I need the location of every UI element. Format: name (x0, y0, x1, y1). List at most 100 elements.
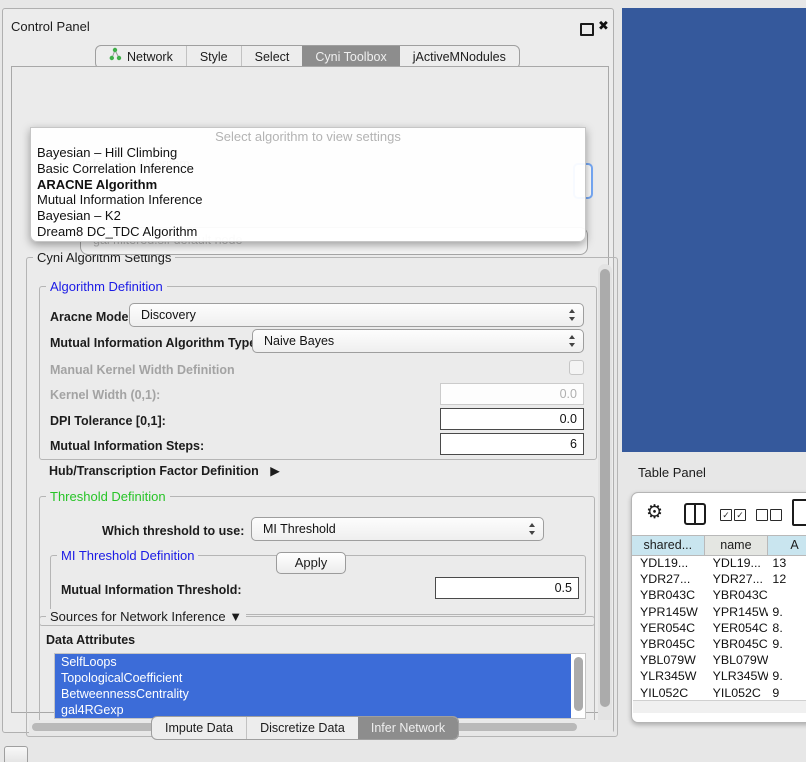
float-window-icon[interactable] (580, 23, 594, 36)
table-cell: YLR345W (705, 668, 769, 684)
tab-label: jActiveMNodules (413, 46, 506, 68)
table-row[interactable]: YER054CYER054C8. (632, 620, 806, 636)
mi-steps-field[interactable]: 6 (440, 433, 584, 455)
tab-label: Cyni Toolbox (315, 46, 386, 68)
attribute-item-selected[interactable]: BetweennessCentrality (55, 686, 571, 702)
hub-definition-label: Hub/Transcription Factor Definition (49, 464, 259, 478)
settings-vertical-scrollbar-thumb[interactable] (600, 269, 610, 707)
table-horizontal-scrollbar[interactable] (633, 700, 806, 713)
algorithm-item[interactable]: Mutual Information Inference (31, 192, 585, 208)
table-cell: YPR145W (632, 604, 705, 620)
table-row[interactable]: YPR145WYPR145W9. (632, 604, 806, 620)
mi-threshold-label: Mutual Information Threshold: (61, 583, 242, 597)
settings-vertical-scrollbar[interactable] (598, 264, 612, 726)
gear-icon[interactable]: ⚙ (646, 501, 663, 523)
tab-network[interactable]: Network (96, 46, 186, 68)
tab-discretize-data[interactable]: Discretize Data (246, 717, 358, 739)
deselect-checkbox-icon[interactable] (756, 509, 768, 521)
table-row[interactable]: YLR345WYLR345W9. (632, 668, 806, 684)
table-header-row: shared...nameA (632, 535, 806, 556)
network-view-panel: GAL GAL80 GAL10 GAL1 GAL11 SWI4 GAL4 GCY… (622, 8, 806, 452)
deselect-checkbox-icon[interactable] (770, 509, 782, 521)
table-row[interactable]: YDL19...YDL19...13 (632, 555, 806, 571)
attributes-scrollbar-thumb[interactable] (574, 657, 583, 711)
bottom-corner-button[interactable] (4, 746, 28, 762)
dpi-tolerance-label: DPI Tolerance [0,1]: (50, 414, 166, 428)
select-all-checkbox-icon[interactable]: ✓ (734, 509, 746, 521)
algorithm-item[interactable]: Bayesian – Hill Climbing (31, 145, 585, 161)
table-row[interactable]: YIL052CYIL052C9 (632, 685, 806, 701)
network-icon (109, 46, 122, 68)
document-icon[interactable] (792, 499, 806, 526)
table-cell: YER054C (632, 620, 705, 636)
manual-kernel-label: Manual Kernel Width Definition (50, 363, 235, 377)
table-cell (768, 587, 806, 603)
expand-right-icon[interactable]: ▶ (270, 464, 280, 478)
attribute-item-selected[interactable]: TopologicalCoefficient (55, 670, 571, 686)
threshold-definition-title: Threshold Definition (46, 489, 170, 504)
aracne-mode-combo[interactable]: Discovery (129, 303, 584, 327)
mi-type-label: Mutual Information Algorithm Type: (50, 336, 260, 350)
algorithm-item[interactable]: Basic Correlation Inference (31, 161, 585, 177)
table-cell (768, 652, 806, 668)
table-row[interactable]: YBR045CYBR045C9. (632, 636, 806, 652)
algorithm-definition-title: Algorithm Definition (46, 279, 167, 294)
mi-type-value: Naive Bayes (264, 334, 334, 348)
tab-impute-data[interactable]: Impute Data (152, 717, 246, 739)
table-panel-title: Table Panel (638, 465, 706, 480)
algorithm-dropdown-popup: Select algorithm to view settings Bayesi… (30, 127, 586, 242)
table-cell: 12 (768, 571, 806, 587)
table-cell: 13 (768, 555, 806, 571)
collapse-down-icon[interactable]: ▼ (229, 609, 242, 624)
tab-select[interactable]: Select (241, 46, 303, 68)
mi-threshold-field[interactable]: 0.5 (435, 577, 579, 599)
table-cell: YLR345W (632, 668, 705, 684)
close-icon[interactable]: ✖ (598, 18, 609, 34)
kernel-width-field[interactable]: 0.0 (440, 383, 584, 405)
column-header[interactable]: A (768, 536, 806, 555)
infer-network-content-panel: Inference Algorithm gal4filtered.sif def… (11, 66, 609, 713)
dpi-tolerance-field[interactable]: 0.0 (440, 408, 584, 430)
hub-definition-toggle[interactable]: Hub/Transcription Factor Definition ▶ (49, 463, 280, 478)
table-cell: YBL079W (705, 652, 769, 668)
bottom-tab-bar: Impute DataDiscretize DataInfer Network (151, 716, 459, 740)
table-window: ⚙ ✓ ✓ shared...nameA YDL19...YDL19...13Y… (631, 492, 806, 723)
aracne-mode-value: Discovery (141, 308, 196, 322)
table-cell: YBL079W (632, 652, 705, 668)
popup-placeholder: Select algorithm to view settings (31, 129, 585, 145)
algorithm-definition-group: Algorithm Definition Aracne Mode: Discov… (39, 286, 597, 460)
table-row[interactable]: YBL079WYBL079W (632, 652, 806, 668)
select-all-checkbox-icon[interactable]: ✓ (720, 509, 732, 521)
screen: Control Panel ✖ NetworkStyleSelectCyni T… (0, 0, 806, 762)
table-cell: YBR043C (632, 587, 705, 603)
table-cell: YDL19... (705, 555, 769, 571)
manual-kernel-checkbox[interactable] (569, 360, 584, 375)
apply-button[interactable]: Apply (276, 552, 346, 574)
algorithm-list: Bayesian – Hill ClimbingBasic Correlatio… (31, 145, 585, 240)
tab-cyni-toolbox[interactable]: Cyni Toolbox (302, 46, 399, 68)
tab-jactivemnodules[interactable]: jActiveMNodules (400, 46, 519, 68)
algorithm-item[interactable]: Bayesian – K2 (31, 208, 585, 224)
combo-arrows-icon (569, 308, 576, 322)
algorithm-item[interactable]: Dream8 DC_TDC Algorithm (31, 224, 585, 240)
sources-title[interactable]: Sources for Network Inference ▼ (46, 609, 246, 624)
column-header[interactable]: name (705, 536, 769, 555)
column-header[interactable]: shared... (632, 536, 705, 555)
combo-arrows-icon (529, 522, 536, 536)
table-row[interactable]: YDR27...YDR27...12 (632, 571, 806, 587)
tab-infer-network[interactable]: Infer Network (358, 717, 458, 739)
attribute-item-selected[interactable]: SelfLoops (55, 654, 571, 670)
mi-type-combo[interactable]: Naive Bayes (252, 329, 584, 353)
tab-style[interactable]: Style (186, 46, 241, 68)
table-cell: YPR145W (705, 604, 769, 620)
sources-group: Sources for Network Inference ▼ Data Att… (39, 616, 595, 724)
table-row[interactable]: YBR043CYBR043C (632, 587, 806, 603)
table-cell: YDR27... (705, 571, 769, 587)
column-layout-icon[interactable] (684, 503, 706, 525)
algorithm-item[interactable]: ARACNE Algorithm (31, 177, 585, 193)
table-body: YDL19...YDL19...13YDR27...YDR27...12YBR0… (632, 555, 806, 701)
which-threshold-combo[interactable]: MI Threshold (251, 517, 544, 541)
aracne-mode-label: Aracne Mode: (50, 310, 133, 324)
table-cell: 8. (768, 620, 806, 636)
data-attributes-label: Data Attributes (46, 633, 135, 647)
